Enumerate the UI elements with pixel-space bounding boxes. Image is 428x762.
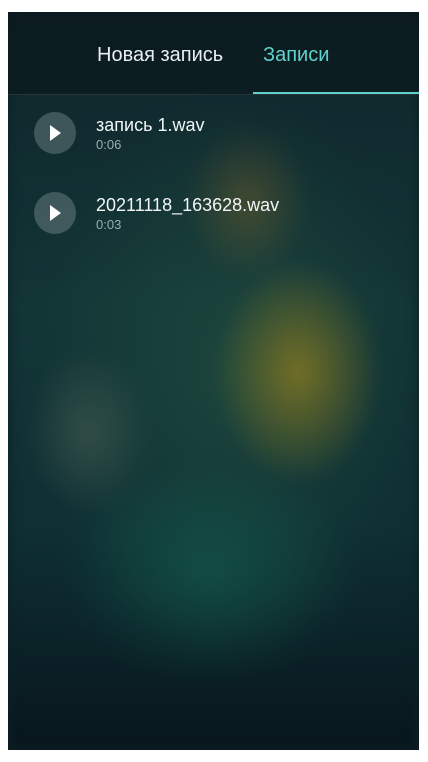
play-icon	[50, 125, 61, 141]
recording-duration: 0:03	[96, 217, 122, 232]
recording-duration: 0:06	[96, 137, 122, 152]
tab-recordings[interactable]: Записи	[263, 42, 329, 68]
tab-new-recording[interactable]: Новая запись	[97, 42, 223, 68]
tab-bar: Новая запись Записи	[8, 12, 419, 95]
active-tab-indicator	[253, 92, 419, 94]
list-item[interactable]: запись 1.wav 0:06	[8, 107, 419, 187]
play-button[interactable]	[34, 192, 76, 234]
list-item[interactable]: 20211118_163628.wav 0:03	[8, 187, 419, 267]
recordings-list: запись 1.wav 0:06 20211118_163628.wav 0:…	[8, 107, 419, 267]
recording-name: 20211118_163628.wav	[96, 195, 280, 215]
play-button[interactable]	[34, 112, 76, 154]
play-icon	[50, 205, 61, 221]
app-screen: Новая запись Записи запись 1.wav 0:06 20…	[8, 12, 419, 750]
recording-name: запись 1.wav	[96, 115, 205, 135]
